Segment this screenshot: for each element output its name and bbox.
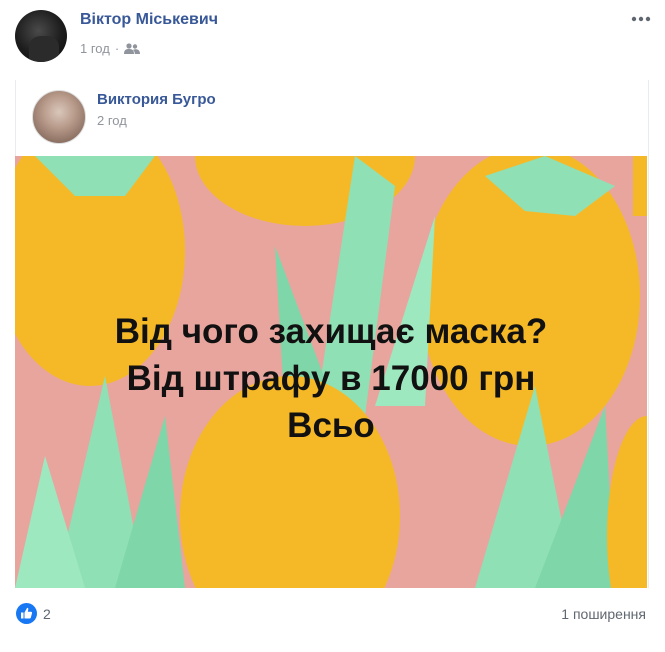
image-caption: Від чого захищає маска? Від штрафу в 170… [15,308,647,449]
post-image[interactable]: Від чого захищає маска? Від штрафу в 170… [15,156,647,588]
shared-post-timestamp[interactable]: 2 год [97,113,127,128]
like-icon[interactable] [16,603,37,624]
more-options-icon[interactable] [630,12,652,26]
meta-separator: · [114,41,120,56]
image-caption-line-2: Від штрафу в 17000 грн [126,359,536,398]
image-caption-line-1: Від чого захищає маска? [114,312,548,351]
reaction-count[interactable]: 2 [43,606,51,622]
friends-icon[interactable] [124,42,141,55]
post-timestamp[interactable]: 1 год [80,41,110,56]
shared-author-name[interactable]: Виктория Бугро [97,91,216,108]
post-meta: 1 год · [80,41,141,56]
shares-count[interactable]: 1 поширення [561,606,646,622]
author-avatar[interactable] [15,10,67,62]
shared-author-avatar[interactable] [32,90,86,144]
image-caption-line-3: Всьо [287,406,375,445]
facebook-post-card: Віктор Міськевич 1 год · Виктория Бугро … [0,0,665,652]
post-footer: 2 1 поширення [0,597,665,637]
author-name[interactable]: Віктор Міськевич [80,11,218,29]
